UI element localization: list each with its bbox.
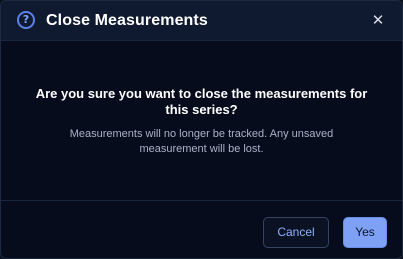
yes-button[interactable]: Yes (343, 217, 387, 248)
close-icon[interactable]: ✕ (368, 10, 388, 30)
dialog-title: Close Measurements (46, 12, 208, 29)
question-circle-icon: ? (17, 11, 35, 29)
dialog-header: ? Close Measurements ✕ (1, 1, 402, 41)
confirmation-detail: Measurements will no longer be tracked. … (69, 128, 334, 155)
dialog-body: Are you sure you want to close the measu… (1, 41, 402, 200)
cancel-button[interactable]: Cancel (263, 217, 329, 248)
close-measurements-dialog: ? Close Measurements ✕ Are you sure you … (0, 0, 403, 259)
dialog-footer: Cancel Yes (1, 200, 402, 258)
confirmation-question: Are you sure you want to close the measu… (35, 86, 368, 117)
